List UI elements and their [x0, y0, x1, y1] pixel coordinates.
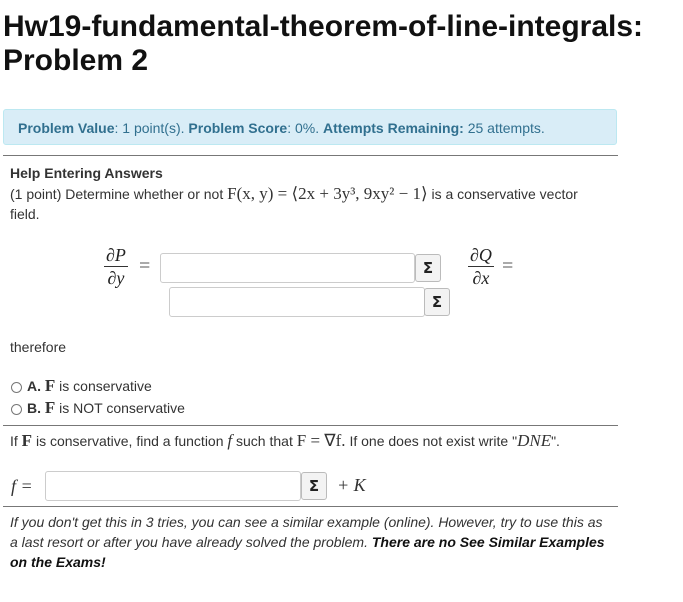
find-symbol: F [21, 431, 33, 450]
partial-q-numerator: ∂Q [468, 245, 494, 267]
equals-sign: = [139, 255, 151, 277]
partial-p-y: ∂P ∂y [104, 244, 128, 289]
dq-dx-input[interactable] [169, 287, 425, 317]
similar-example-note: If you don't get this in 3 tries, you ca… [10, 512, 610, 572]
sigma-icon[interactable]: Σ [415, 254, 441, 282]
equals-sign: = [502, 255, 514, 277]
divider [3, 506, 618, 507]
option-b-radio[interactable] [11, 404, 22, 415]
problem-score-label: Problem Score [188, 120, 288, 136]
option-a-letter: A. [27, 378, 41, 394]
find-prefix: If [10, 433, 18, 449]
attempts-remaining-text: 25 attempts. [467, 120, 545, 136]
find-end: ". [551, 433, 560, 449]
divider [3, 425, 618, 426]
problem-suffix: is a conservative vector [431, 186, 578, 202]
plus-k-label: + K [337, 475, 366, 495]
option-b-symbol: F [44, 398, 56, 417]
partial-p-numerator: ∂P [104, 245, 128, 267]
find-rest: If one does not exist write " [349, 433, 518, 449]
help-entering-answers-link[interactable]: Help Entering Answers [10, 165, 163, 181]
problem-score-text: : 0%. [287, 120, 320, 136]
find-middle: is conservative, find a function [35, 433, 224, 449]
find-dne: DNE [517, 431, 552, 450]
problem-line-2: field. [10, 206, 40, 222]
problem-info-box: Problem Value: 1 point(s). Problem Score… [3, 109, 617, 145]
dp-dy-input[interactable] [160, 253, 415, 283]
option-a-radio[interactable] [11, 382, 22, 393]
find-f: f [227, 431, 233, 450]
partial-q-x: ∂Q ∂x [468, 244, 494, 289]
option-a-symbol: F [44, 376, 56, 395]
partial-q-denominator: ∂x [472, 268, 490, 288]
option-b-text: is NOT conservative [59, 400, 185, 416]
find-such: such that [236, 433, 293, 449]
title-line-1: Hw19-fundamental-theorem-of-line-integra… [3, 10, 644, 43]
problem-value-label: Problem Value [18, 120, 115, 136]
problem-statement: (1 point) Determine whether or not F(x, … [10, 184, 620, 224]
page-title: Hw19-fundamental-theorem-of-line-integra… [3, 10, 643, 78]
option-b-letter: B. [27, 400, 41, 416]
problem-prefix: (1 point) Determine whether or not [10, 186, 224, 202]
title-line-2: Problem 2 [3, 44, 149, 77]
divider [3, 155, 618, 156]
sigma-icon[interactable]: Σ [301, 472, 327, 500]
vector-field-expression: F(x, y) = ⟨2x + 3y³, 9xy² − 1⟩ [227, 184, 428, 203]
find-equation: F = ∇f. [296, 431, 346, 450]
attempts-remaining-label: Attempts Remaining: [323, 120, 464, 136]
partial-p-denominator: ∂y [107, 268, 125, 288]
option-a-label[interactable]: A. F is conservative [27, 376, 152, 396]
therefore-label: therefore [10, 339, 67, 355]
option-b-label[interactable]: B. F is NOT conservative [27, 398, 185, 418]
potential-function-input[interactable] [45, 471, 301, 501]
option-a-text: is conservative [59, 378, 152, 394]
problem-value-text: : 1 point(s). [114, 120, 185, 136]
sigma-icon[interactable]: Σ [424, 288, 450, 316]
f-equals-label: f = [11, 476, 33, 496]
find-function-prompt: If F is conservative, find a function f … [10, 431, 630, 451]
